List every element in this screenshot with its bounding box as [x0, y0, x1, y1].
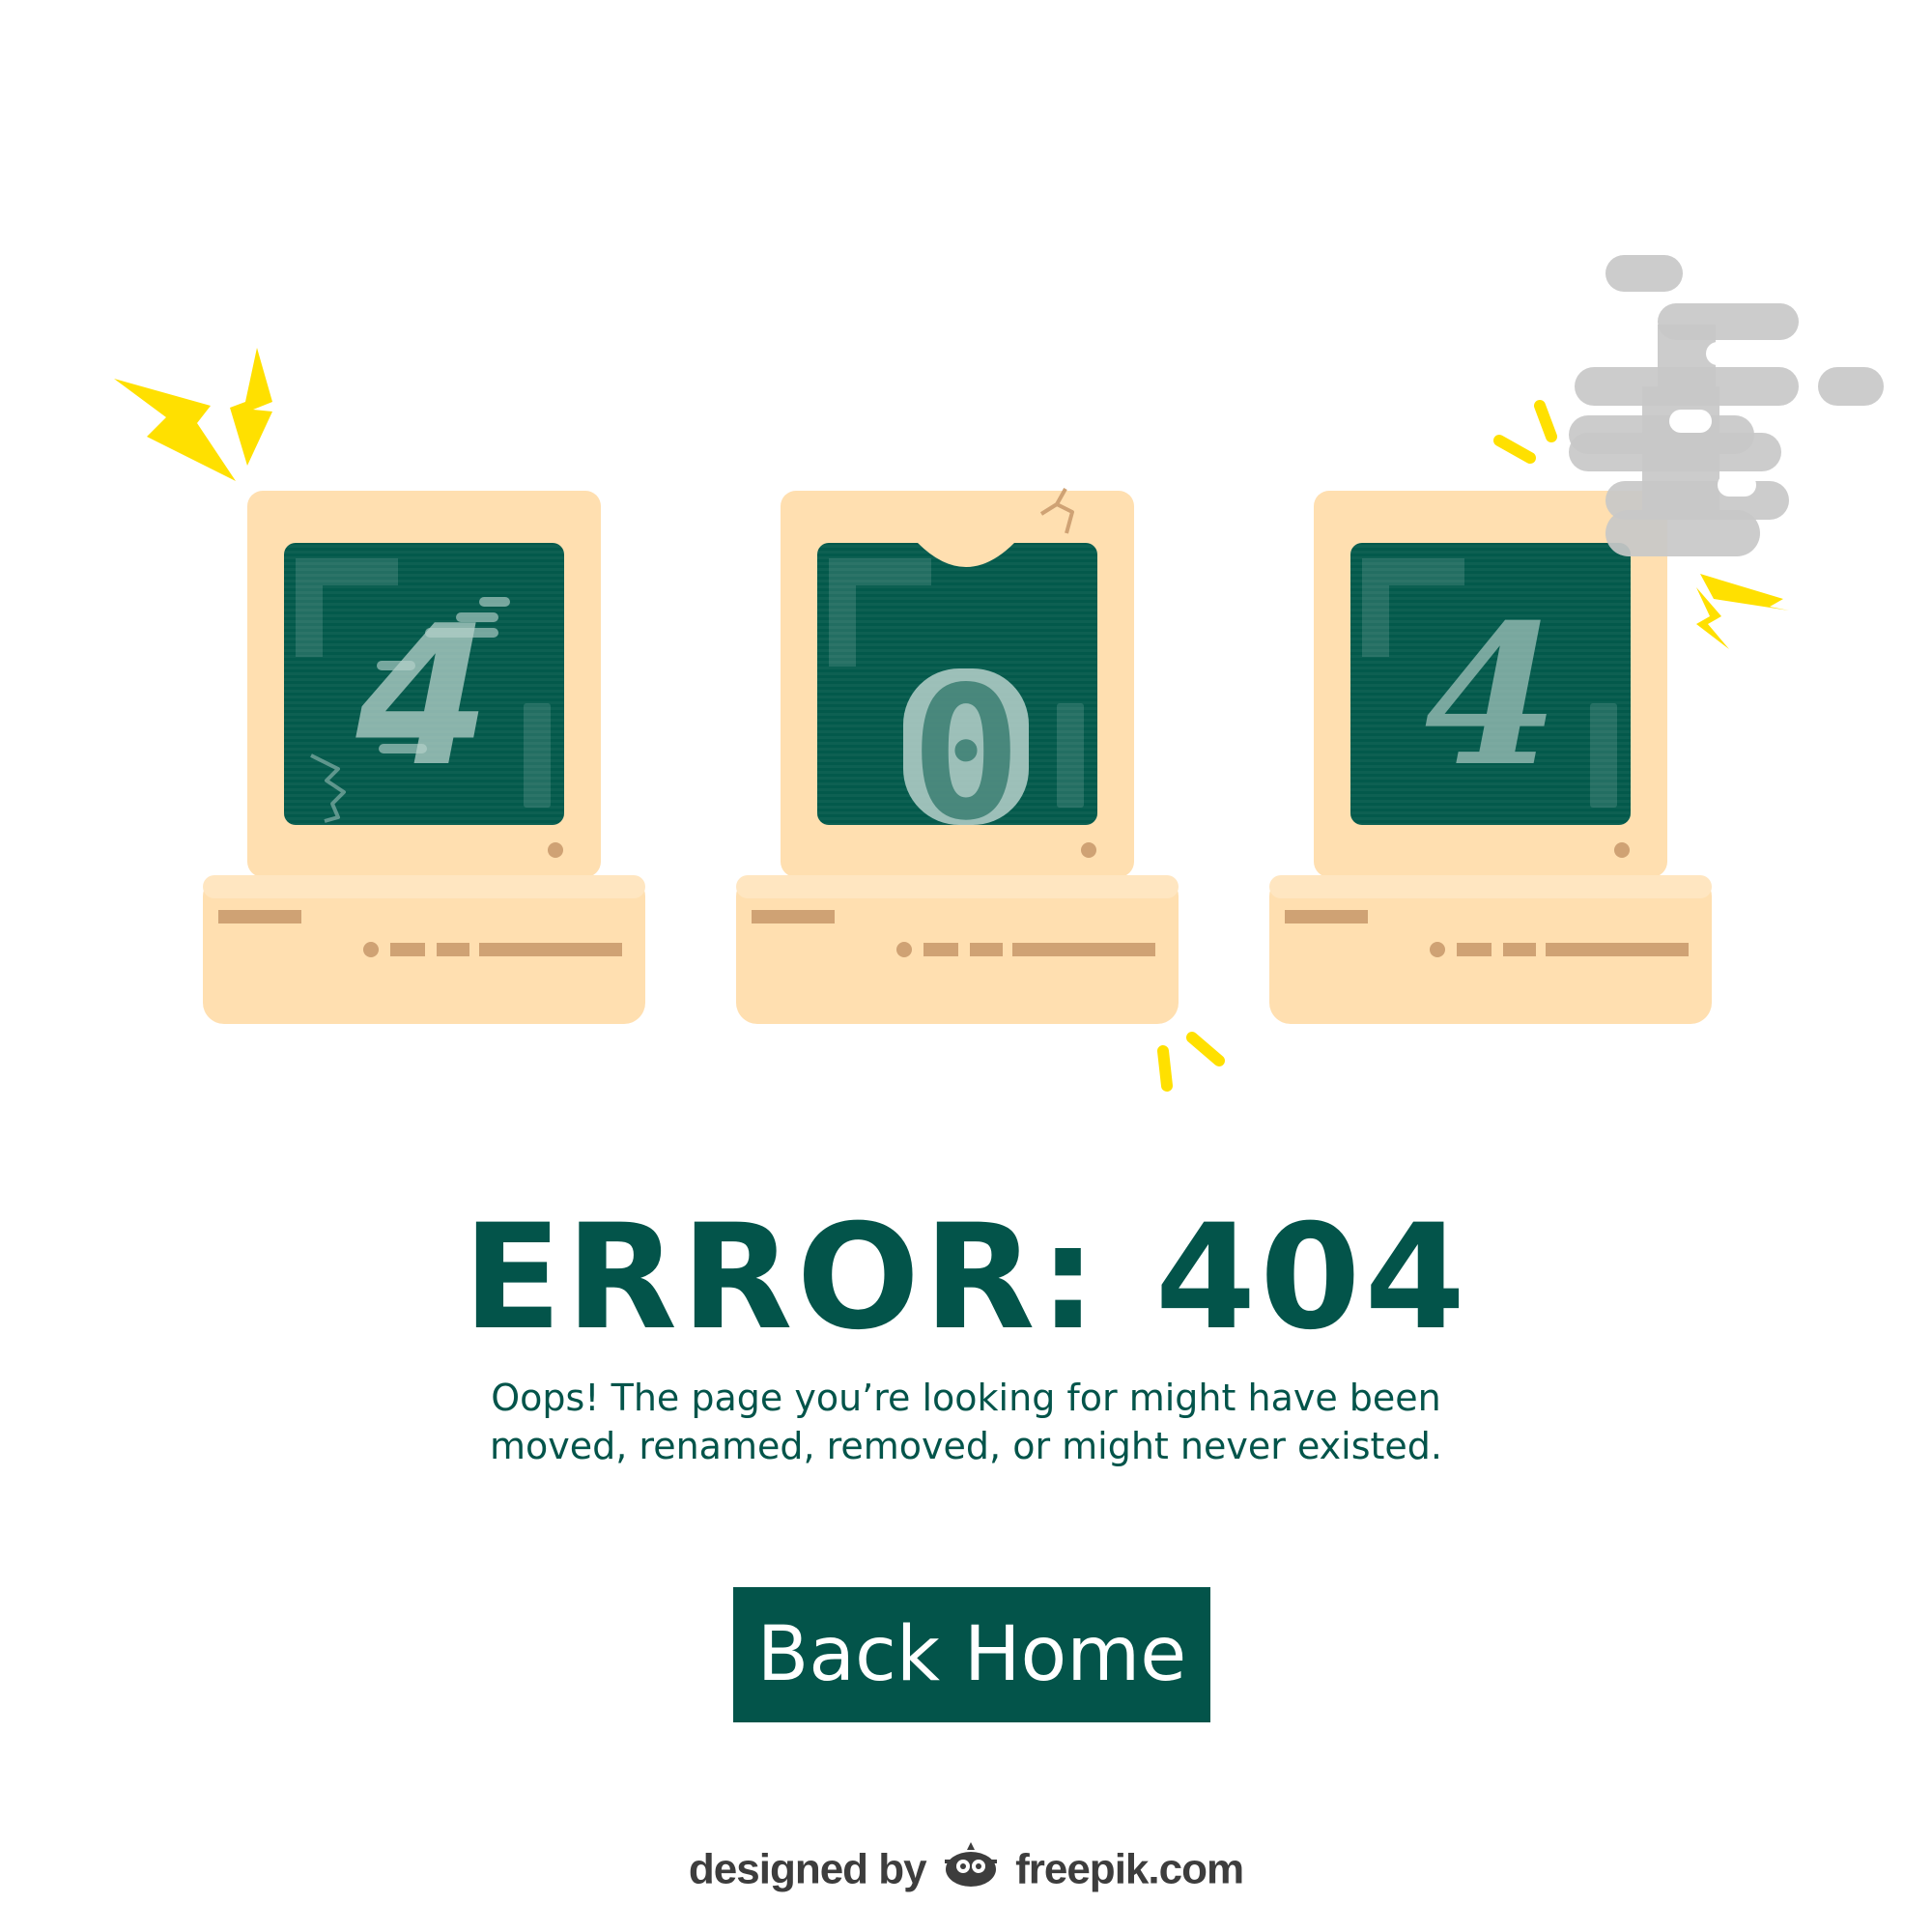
computer-left: 4	[203, 491, 645, 1024]
screen-digit-right: 4	[1424, 582, 1558, 810]
screen-digit-middle: 0	[911, 647, 1021, 861]
computers-illustration: 4 0 4	[114, 255, 1884, 1092]
power-led	[548, 842, 563, 858]
freepik-credit[interactable]: designed by freepik.com	[0, 1840, 1932, 1904]
computer-middle: 0	[736, 488, 1179, 1024]
drive-slot	[218, 910, 301, 923]
smoke-cloud-icon	[1569, 255, 1884, 556]
freepik-logo-icon	[943, 1840, 999, 1904]
error-title: ERROR: 404	[463, 1194, 1469, 1362]
base-button	[363, 942, 379, 957]
credit-prefix: designed by	[688, 1845, 927, 1893]
back-home-button[interactable]: Back Home	[733, 1587, 1210, 1722]
error-page: 4 0 4 ERROR: 404 Oops! The page you’re l…	[0, 0, 1932, 1932]
error-message-line-2: moved, renamed, removed, or might never …	[490, 1425, 1442, 1467]
computer-right: 4	[1269, 491, 1712, 1024]
credit-brand: freepik.com	[1015, 1845, 1244, 1893]
lightning-bolt-icon	[114, 348, 272, 481]
error-message-line-1: Oops! The page you’re looking for might …	[491, 1377, 1441, 1419]
screen-digit-left: 4	[355, 584, 490, 810]
lightning-bolt-icon	[1696, 574, 1789, 649]
screen-bar	[524, 703, 551, 808]
error-message: Oops! The page you’re looking for might …	[0, 1374, 1932, 1470]
